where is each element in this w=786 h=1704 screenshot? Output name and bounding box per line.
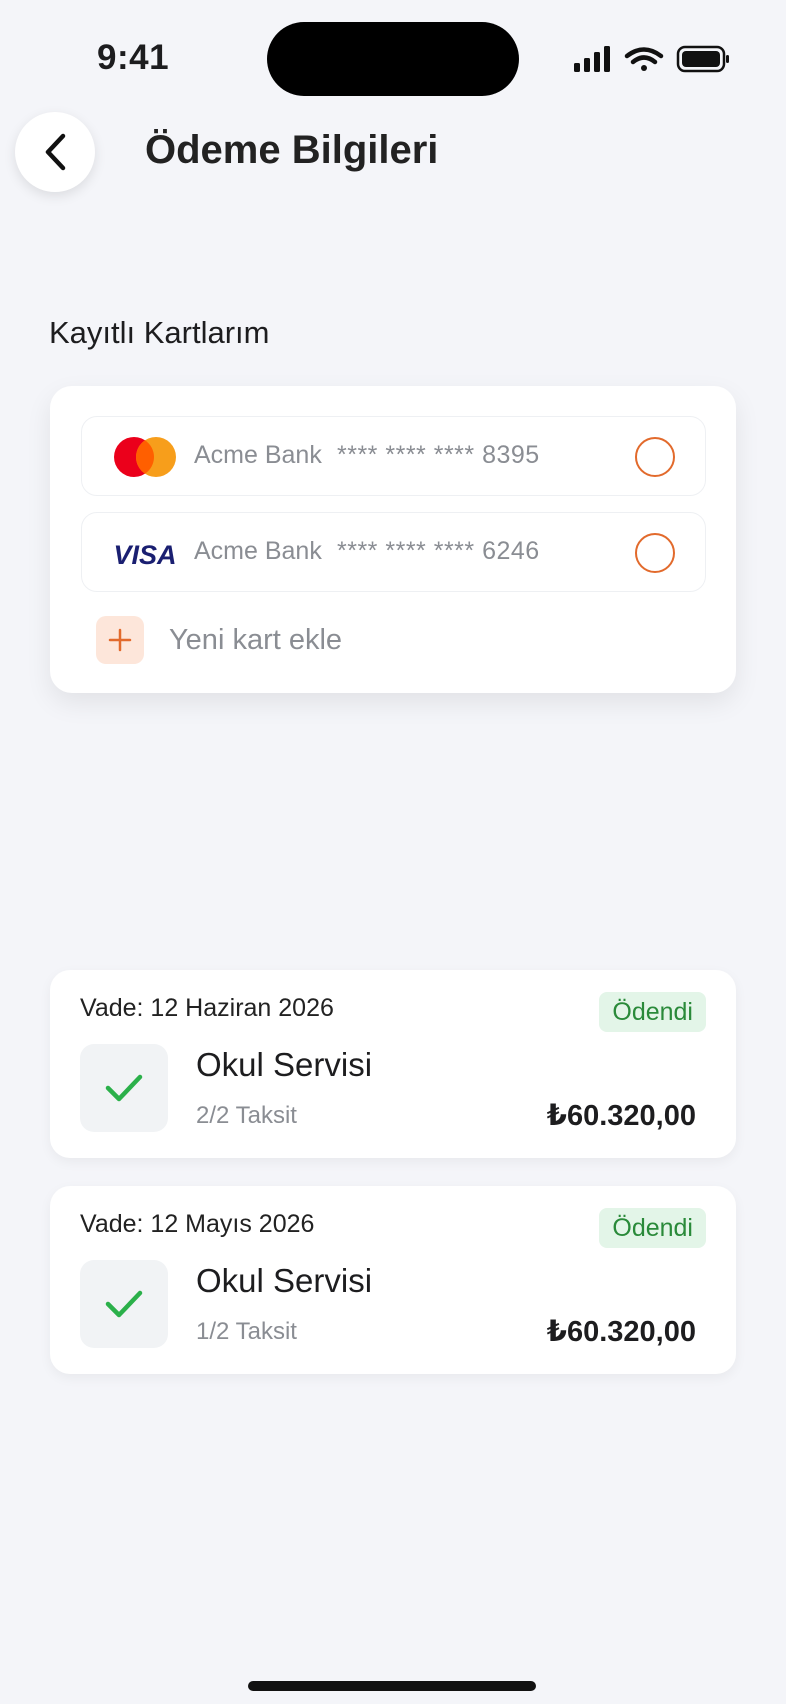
payment-amount: ₺60.320,00 <box>546 1316 696 1348</box>
status-icons <box>572 44 732 74</box>
due-date: Vade: 12 Mayıs 2026 <box>80 1210 315 1238</box>
card-number: **** **** **** 8395 <box>337 441 540 469</box>
add-card-label: Yeni kart ekle <box>169 624 343 656</box>
add-card-button[interactable]: Yeni kart ekle <box>96 616 496 666</box>
back-chevron-icon <box>45 133 66 171</box>
installment-info: 2/2 Taksit <box>196 1102 297 1129</box>
saved-cards-title: Kayıtlı Kartlarım <box>49 315 270 350</box>
payment-card[interactable]: Vade: 12 Haziran 2026 Ödendi Okul Servis… <box>50 970 736 1158</box>
status-badge: Ödendi <box>599 1208 706 1248</box>
card-bank-name: Acme Bank <box>194 537 322 565</box>
home-indicator[interactable] <box>248 1681 536 1691</box>
mastercard-logo <box>114 437 176 477</box>
service-name: Okul Servisi <box>196 1046 373 1083</box>
status-bar: 9:41 <box>0 0 786 120</box>
service-name: Okul Servisi <box>196 1262 373 1299</box>
visa-logo-text: VISA <box>113 540 176 570</box>
saved-card-row[interactable]: Acme Bank **** **** **** 8395 <box>81 416 706 496</box>
payment-card[interactable]: Vade: 12 Mayıs 2026 Ödendi Okul Servisi … <box>50 1186 736 1374</box>
card-bank-name: Acme Bank <box>194 441 322 469</box>
status-badge: Ödendi <box>599 992 706 1032</box>
card-select-radio[interactable] <box>635 437 675 477</box>
plus-icon <box>96 616 144 664</box>
card-number: **** **** **** 6246 <box>337 537 540 565</box>
visa-logo: VISA <box>113 540 176 570</box>
wifi-icon <box>624 47 664 71</box>
dynamic-island <box>267 22 519 96</box>
status-time: 9:41 <box>97 38 170 77</box>
installment-info: 1/2 Taksit <box>196 1318 297 1345</box>
card-select-radio[interactable] <box>635 533 675 573</box>
back-button[interactable] <box>15 112 95 192</box>
check-icon <box>80 1260 168 1348</box>
payment-info-screen: 9:41 Ödeme Bilgileri Kayıtlı Kartlarım A… <box>0 0 786 1704</box>
battery-icon <box>676 45 729 73</box>
saved-cards-panel: Acme Bank **** **** **** 8395 VISA Acme … <box>50 386 736 693</box>
payment-amount: ₺60.320,00 <box>546 1100 696 1132</box>
page-title: Ödeme Bilgileri <box>145 128 439 172</box>
saved-card-row[interactable]: VISA Acme Bank **** **** **** 6246 <box>81 512 706 592</box>
check-icon <box>80 1044 168 1132</box>
due-date: Vade: 12 Haziran 2026 <box>80 994 334 1022</box>
signal-icon <box>574 46 610 72</box>
